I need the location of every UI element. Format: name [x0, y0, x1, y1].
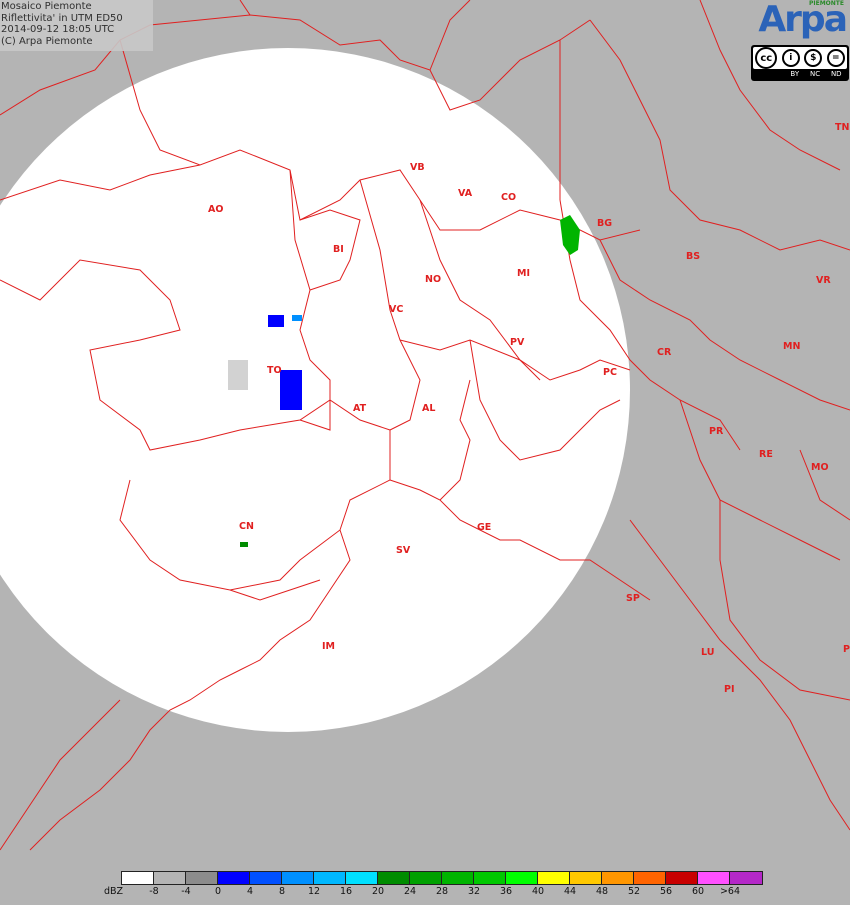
- legend-swatch: [122, 872, 154, 884]
- province-label: SV: [396, 545, 411, 556]
- province-label: BI: [333, 244, 344, 255]
- nc-icon: $: [804, 49, 823, 67]
- map-info-header: Mosaico Piemonte Riflettivita' in UTM ED…: [0, 0, 153, 51]
- map-copyright: (C) Arpa Piemonte: [1, 35, 93, 47]
- legend-tick-label: 36: [499, 886, 513, 897]
- province-label: VC: [389, 304, 403, 315]
- legend-swatch: [730, 872, 762, 884]
- radar-map: VB VA CO BG AO BI MI BS VR NO TN VC PV C…: [0, 0, 850, 905]
- legend-swatch: [314, 872, 346, 884]
- province-label: LU: [701, 647, 714, 658]
- legend-tick-label: -8: [149, 886, 159, 897]
- legend-swatch: [602, 872, 634, 884]
- province-label: IM: [322, 641, 335, 652]
- license-nd: ND: [830, 70, 842, 78]
- province-label: PC: [603, 367, 617, 378]
- legend-swatch: [570, 872, 602, 884]
- legend-color-bar: [121, 871, 763, 885]
- province-label: CR: [657, 347, 672, 358]
- legend-tick-label: 56: [659, 886, 673, 897]
- legend-swatch: [538, 872, 570, 884]
- legend-swatch: [378, 872, 410, 884]
- legend-swatch: [218, 872, 250, 884]
- province-label: GE: [477, 522, 491, 533]
- legend-tick-label: 48: [595, 886, 609, 897]
- province-label: AT: [353, 403, 367, 414]
- legend-unit: dBZ: [104, 886, 124, 897]
- legend-tick-label: 60: [691, 886, 705, 897]
- legend-swatch: [346, 872, 378, 884]
- nd-icon: =: [826, 49, 845, 67]
- province-label: MO: [811, 462, 829, 473]
- legend-swatch: [186, 872, 218, 884]
- legend-swatch: [282, 872, 314, 884]
- province-label: CO: [501, 192, 516, 203]
- legend-tick-label: 52: [627, 886, 641, 897]
- arpa-logo: PIEMONTE Arpa cc i $ = BY NC ND: [750, 0, 850, 82]
- legend-swatch: [506, 872, 538, 884]
- map-title: Mosaico Piemonte: [1, 1, 92, 12]
- province-label: TO: [267, 365, 282, 376]
- cc-icon: cc: [755, 47, 778, 69]
- province-label: P: [843, 644, 850, 655]
- by-icon: i: [781, 49, 800, 67]
- dbz-legend: dBZ -8 -4 0 4 8 12 16 20 24 28 32 36 40 44 48 52 56 60 >64: [100, 869, 780, 905]
- legend-tick-label: -4: [181, 886, 191, 897]
- legend-tick-label: 4: [246, 886, 254, 897]
- province-label: VR: [816, 275, 831, 286]
- province-label: AL: [422, 403, 435, 414]
- province-label: TN: [835, 122, 849, 133]
- province-label: VA: [458, 188, 473, 199]
- province-label: MN: [783, 341, 800, 352]
- legend-tick-label: 32: [467, 886, 481, 897]
- province-label: RE: [759, 449, 773, 460]
- legend-swatch: [698, 872, 730, 884]
- province-label: SP: [626, 593, 640, 604]
- legend-tick-label: 16: [339, 886, 353, 897]
- province-label: PR: [709, 426, 724, 437]
- legend-tick-label: 44: [563, 886, 577, 897]
- province-label: VB: [410, 162, 425, 173]
- province-label: CN: [239, 521, 254, 532]
- cc-license-badge: cc i $ = BY NC ND: [751, 45, 849, 81]
- province-label: MI: [517, 268, 530, 279]
- map-product: Riflettivita' in UTM ED50: [1, 12, 123, 24]
- province-label: AO: [208, 204, 223, 215]
- echo-to-cell-2: [268, 315, 284, 327]
- legend-swatch: [410, 872, 442, 884]
- arpa-brand: Arpa: [758, 0, 848, 40]
- legend-swatch: [442, 872, 474, 884]
- legend-swatch: [666, 872, 698, 884]
- legend-tick-label: 40: [531, 886, 545, 897]
- map-timestamp: 2014-09-12 18:05 UTC: [1, 24, 115, 35]
- echo-to-grey: [228, 360, 248, 390]
- license-nc: NC: [809, 70, 821, 78]
- legend-swatch: [474, 872, 506, 884]
- legend-tick-label: >64: [719, 886, 741, 897]
- echo-to-cell: [280, 370, 302, 410]
- province-label: BS: [686, 251, 700, 262]
- license-by: BY: [790, 70, 800, 78]
- echo-to-light: [292, 315, 302, 321]
- legend-tick-label: 8: [278, 886, 286, 897]
- province-label: NO: [425, 274, 441, 285]
- province-label: PV: [510, 337, 525, 348]
- province-label: PI: [724, 684, 735, 695]
- legend-tick-label: 20: [371, 886, 385, 897]
- legend-swatch: [250, 872, 282, 884]
- legend-tick-label: 28: [435, 886, 449, 897]
- legend-swatch: [154, 872, 186, 884]
- legend-tick-label: 12: [307, 886, 321, 897]
- echo-cn-cell: [240, 542, 248, 547]
- legend-tick-label: 24: [403, 886, 417, 897]
- legend-tick-label: 0: [214, 886, 222, 897]
- legend-swatch: [634, 872, 666, 884]
- province-label: BG: [597, 218, 612, 229]
